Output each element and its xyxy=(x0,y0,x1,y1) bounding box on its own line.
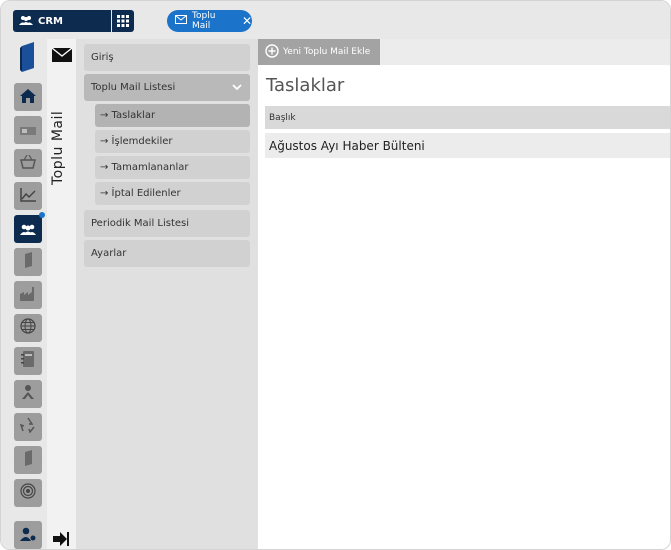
menu-item-giris[interactable]: Giriş xyxy=(84,44,250,71)
tab-toplu-mail[interactable]: Toplu Mail ✕ xyxy=(167,10,252,32)
crm-label: CRM xyxy=(38,15,63,27)
book-icon xyxy=(23,252,33,272)
submenu-item-tamamlananlar[interactable]: → Tamamlananlar xyxy=(95,156,250,179)
content-toolbar: Yeni Toplu Mail Ekle xyxy=(258,39,670,65)
globe-icon xyxy=(20,318,36,338)
side-menu: Giriş Toplu Mail Listesi → Taslaklar → İ… xyxy=(76,39,258,549)
user-settings-button[interactable] xyxy=(14,521,42,549)
crm-users-button[interactable] xyxy=(14,212,45,243)
notebook-icon xyxy=(21,351,35,371)
envelope-icon xyxy=(175,15,187,27)
crm-app-button[interactable]: CRM xyxy=(13,10,111,32)
users-icon xyxy=(20,220,36,239)
org-button[interactable] xyxy=(14,380,42,408)
book2-icon xyxy=(23,450,33,470)
home-button[interactable] xyxy=(14,83,42,111)
column-header-title: Başlık xyxy=(269,112,296,123)
card-button[interactable] xyxy=(14,116,42,144)
users-icon xyxy=(19,15,33,28)
basket-icon xyxy=(20,154,36,173)
user-settings-icon xyxy=(20,526,36,545)
main-content: Yeni Toplu Mail Ekle Taslaklar Başlık Ağ… xyxy=(258,39,670,549)
menu-item-toplu-mail-listesi[interactable]: Toplu Mail Listesi xyxy=(84,74,250,101)
notebook-button[interactable] xyxy=(14,347,42,375)
top-bar: CRM Toplu Mail ✕ xyxy=(1,1,670,39)
logo-icon[interactable] xyxy=(18,42,38,72)
mail-icon xyxy=(51,47,73,66)
submenu-item-iptal-edilenler[interactable]: → İptal Edilenler xyxy=(95,182,250,205)
submenu-item-taslaklar[interactable]: → Taslaklar xyxy=(95,104,250,127)
chart-icon xyxy=(20,187,36,206)
chart-button[interactable] xyxy=(14,182,42,210)
recycle-button[interactable] xyxy=(14,413,42,441)
module-title: Toplu Mail xyxy=(50,110,66,185)
module-rail xyxy=(1,39,47,549)
org-icon xyxy=(20,384,36,404)
menu-item-ayarlar[interactable]: Ayarlar xyxy=(84,240,250,267)
globe-button[interactable] xyxy=(14,314,42,342)
new-bulk-mail-label: Yeni Toplu Mail Ekle xyxy=(283,47,371,57)
page-title: Taslaklar xyxy=(266,75,345,96)
submenu-item-islemdekiler[interactable]: → İşlemdekiler xyxy=(95,130,250,153)
row-title: Ağustos Ayı Haber Bülteni xyxy=(269,138,425,153)
exit-icon[interactable] xyxy=(53,531,69,549)
app-grid-button[interactable] xyxy=(112,10,134,32)
book2-button[interactable] xyxy=(14,446,42,474)
recycle-icon xyxy=(19,417,36,437)
factory-button[interactable] xyxy=(14,281,42,309)
app-window: CRM Toplu Mail ✕ Toplu Mail Giriş Toplu … xyxy=(0,0,671,550)
target-icon xyxy=(20,483,36,503)
module-strip: Toplu Mail xyxy=(47,39,76,549)
tab-label: Toplu Mail xyxy=(192,11,216,31)
home-icon xyxy=(20,88,36,107)
close-tab-icon[interactable]: ✕ xyxy=(242,15,252,27)
menu-item-periodik-mail-listesi[interactable]: Periodik Mail Listesi xyxy=(84,210,250,237)
new-bulk-mail-button[interactable]: Yeni Toplu Mail Ekle xyxy=(258,39,380,65)
card-icon xyxy=(20,121,36,140)
grid-icon xyxy=(117,12,129,31)
chevron-down-icon xyxy=(232,82,242,93)
book-button[interactable] xyxy=(14,248,42,276)
notification-dot xyxy=(39,212,45,218)
factory-icon xyxy=(20,286,36,305)
table-header: Başlık xyxy=(265,106,670,129)
plus-circle-icon xyxy=(265,43,279,61)
basket-button[interactable] xyxy=(14,149,42,177)
target-button[interactable] xyxy=(14,479,42,507)
table-row[interactable]: Ağustos Ayı Haber Bülteni xyxy=(265,133,670,158)
